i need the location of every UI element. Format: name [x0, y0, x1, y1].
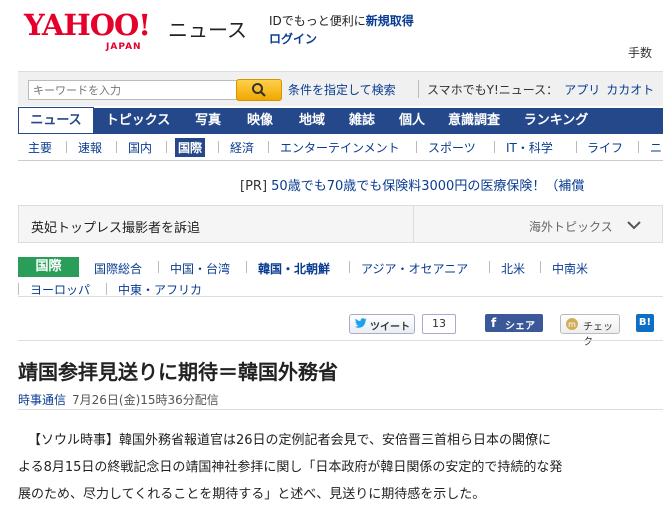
sub-nav-separator [116, 141, 117, 153]
main-tab-region[interactable]: 地域 [290, 108, 334, 134]
article-divider [18, 409, 663, 410]
topics-box: 英妃トップレス撮影者を訴追 海外トピックス [18, 205, 663, 243]
chevron-down-icon[interactable] [627, 220, 641, 230]
category-separator [18, 283, 19, 295]
logo-sub: JAPAN [106, 42, 142, 52]
topics-divider [413, 206, 414, 242]
category-separator [158, 261, 159, 273]
social-divider [18, 340, 663, 341]
article-body-line: 展のため、尽力してくれることを期待する」と述べ、見送りに期待感を示した。 [18, 487, 486, 502]
sub-nav-breaking[interactable]: 速報 [78, 139, 102, 156]
calendar-link[interactable]: カカオト [606, 83, 654, 97]
category-separator [540, 261, 541, 273]
svg-text:m: m [568, 320, 576, 329]
twitter-bird-icon [355, 318, 367, 328]
sub-nav-entertainment[interactable]: エンターテインメント [280, 139, 400, 156]
main-tab-video[interactable]: 映像 [238, 108, 282, 134]
category-divider [18, 296, 663, 297]
smartphone-label: スマホでもY!ニュース： [427, 83, 559, 97]
sub-nav-separator [576, 141, 577, 153]
pr-tag: [PR] [240, 179, 268, 194]
facebook-icon: f [491, 316, 497, 330]
main-tab-photo[interactable]: 写真 [186, 108, 230, 134]
sub-nav-international[interactable]: 国際 [175, 138, 206, 157]
sub-nav-more[interactable]: ニ [650, 139, 662, 156]
mixi-icon: m [566, 318, 578, 330]
yahoo-logo[interactable]: YAHOO! JAPAN [24, 8, 164, 52]
main-tab-news[interactable]: ニュース [18, 107, 94, 133]
category-item-current[interactable]: 韓国・北朝鮮 [258, 260, 330, 277]
category-item[interactable]: 北米 [501, 260, 525, 277]
sub-nav-life[interactable]: ライフ [587, 139, 623, 156]
category-label: 国際 [18, 257, 79, 277]
login-link[interactable]: ログイン [269, 30, 317, 47]
search-icon [252, 83, 266, 97]
sub-nav-separator [66, 141, 67, 153]
category-separator [246, 261, 247, 273]
main-tab-topics[interactable]: トピックス [100, 108, 176, 134]
tweet-button[interactable]: ツイート [349, 314, 415, 334]
sub-nav-separator [268, 141, 269, 153]
sub-nav-sports[interactable]: スポーツ [428, 139, 476, 156]
sub-nav-it-science[interactable]: IT・科学 [506, 139, 553, 156]
category-separator [106, 283, 107, 295]
hatena-bookmark-button[interactable]: B! [636, 314, 654, 332]
main-tab-individual[interactable]: 個人 [390, 108, 434, 134]
category-separator [349, 261, 350, 273]
sub-nav-separator [166, 141, 167, 153]
category-item[interactable]: 中国・台湾 [170, 260, 230, 277]
tweet-label: ツイート [370, 322, 410, 333]
category-separator [489, 261, 490, 273]
article-title: 靖国参拝見送りに期待＝韓国外務省 [18, 360, 338, 384]
category-item[interactable]: 中南米 [552, 260, 588, 277]
article-source[interactable]: 時事通信 [18, 391, 66, 408]
category-item[interactable]: アジア・オセアニア [361, 260, 468, 277]
sub-nav-domestic[interactable]: 国内 [128, 139, 152, 156]
facebook-share-label: シェア [505, 321, 535, 332]
sub-nav-separator [638, 141, 639, 153]
logo-text: YAHOO! [24, 8, 151, 42]
mixi-check-button[interactable]: m チェック [560, 314, 620, 348]
tweet-count[interactable]: 13 [422, 314, 456, 334]
sub-nav-main[interactable]: 主要 [28, 139, 52, 156]
sub-nav-separator [218, 141, 219, 153]
top-right-text[interactable]: 手数 [628, 44, 652, 61]
category-item[interactable]: 国際総合 [94, 260, 142, 277]
article-datetime: 7月26日(金)15時36分配信 [72, 393, 219, 407]
topics-label[interactable]: 海外トピックス [529, 218, 613, 235]
id-promo-text: IDでもっと便利に [269, 14, 366, 28]
topics-headline[interactable]: 英妃トップレス撮影者を訴追 [31, 217, 200, 236]
sub-nav-economy[interactable]: 経済 [230, 139, 254, 156]
main-nav: ニュース トピックス 写真 映像 地域 雑誌 個人 意識調査 ランキング [18, 107, 663, 134]
smartphone-promo: スマホでもY!ニュース： アプリ カカオト [427, 81, 654, 98]
pr-text[interactable]: 50歳でも70歳でも保険料3000円の医療保険！（補償 [271, 179, 584, 194]
site-title[interactable]: ニュース [168, 14, 247, 43]
pr-ad[interactable]: [PR] 50歳でも70歳でも保険料3000円の医療保険！（補償 [240, 175, 584, 194]
sub-nav-separator [416, 141, 417, 153]
search-divider [418, 80, 419, 98]
sub-nav-separator [494, 141, 495, 153]
main-tab-survey[interactable]: 意識調査 [442, 108, 506, 134]
main-tab-ranking[interactable]: ランキング [516, 108, 596, 134]
register-link[interactable]: 新規取得 [366, 14, 414, 28]
sub-nav: 主要 速報 国内 国際 経済 エンターテインメント スポーツ IT・科学 ライフ… [18, 134, 663, 161]
facebook-share-button[interactable]: f シェア [485, 314, 543, 332]
main-tab-magazine[interactable]: 雑誌 [340, 108, 384, 134]
search-button[interactable] [236, 79, 282, 101]
check-label: チェック [583, 322, 613, 348]
article-body-line: 【ソウル時事】韓国外務省報道官は26日の定例記者会見で、安倍晋三首相ら日本の閣僚… [28, 433, 552, 448]
article-body-line: よる8月15日の終戦記念日の靖国神社参拝に関し「日本政府が韓日関係の安定的で持続… [18, 460, 563, 475]
search-input[interactable] [28, 80, 238, 100]
app-link[interactable]: アプリ [564, 83, 600, 97]
id-promo: IDでもっと便利に新規取得 [269, 12, 414, 29]
search-bar: 条件を指定して検索 スマホでもY!ニュース： アプリカカオト [18, 71, 663, 106]
advanced-search-link[interactable]: 条件を指定して検索 [288, 81, 396, 98]
